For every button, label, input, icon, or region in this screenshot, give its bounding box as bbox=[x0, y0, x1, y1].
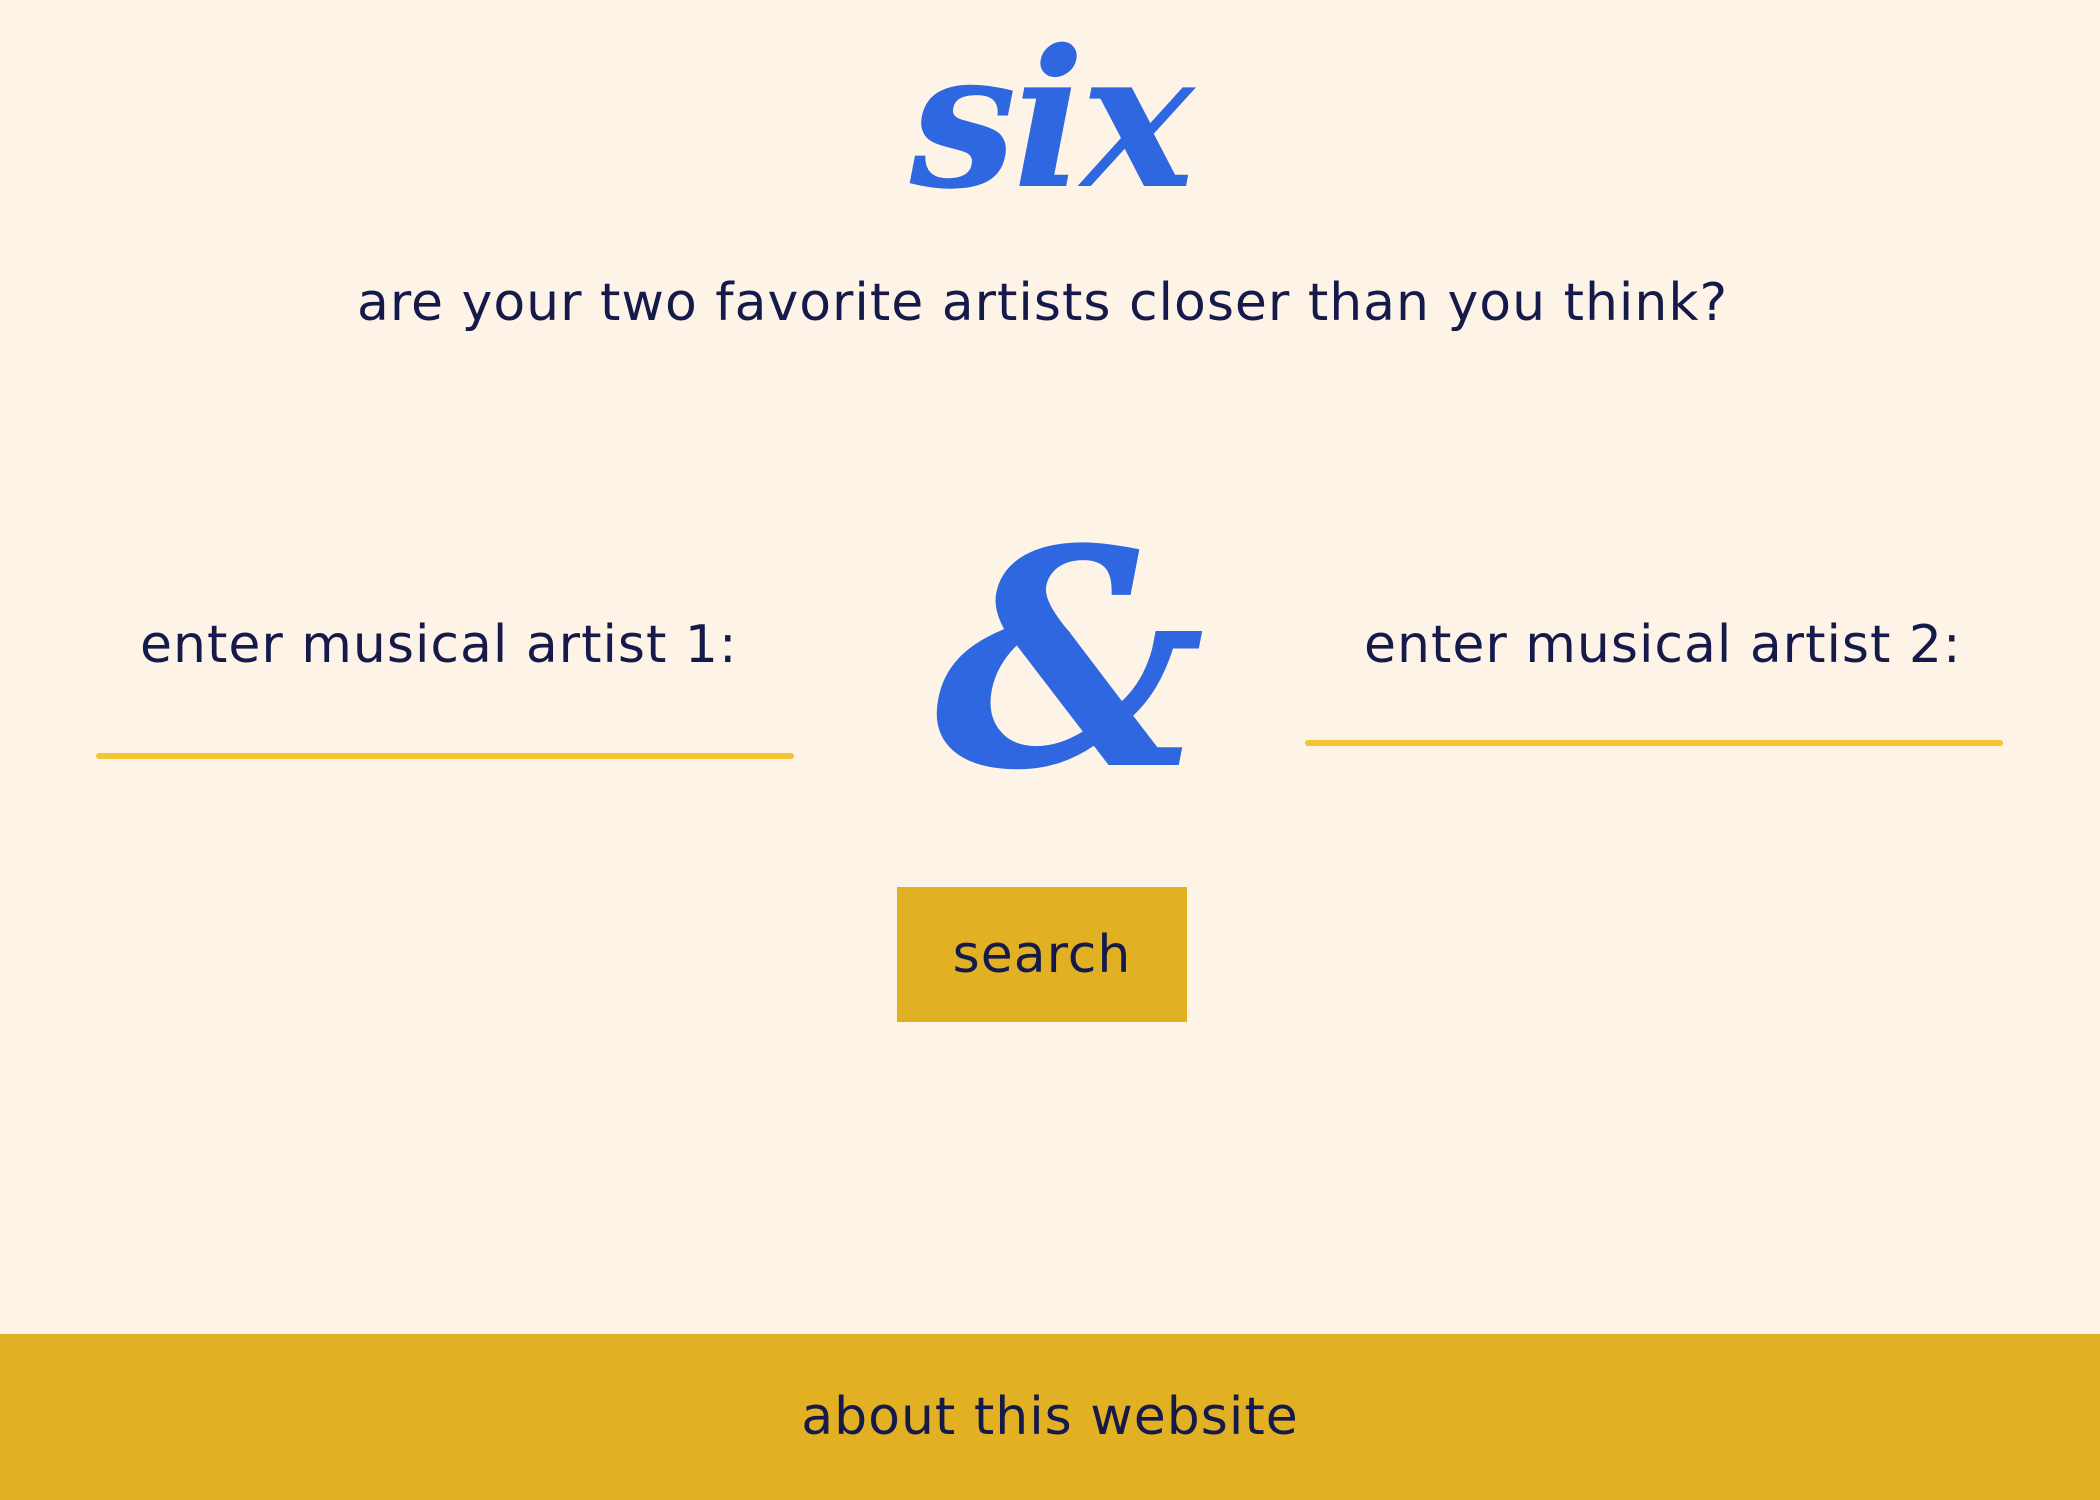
artist-1-label: enter musical artist 1: bbox=[140, 615, 738, 675]
tagline: are your two favorite artists closer tha… bbox=[356, 273, 1729, 333]
footer-bar: about this website bbox=[0, 1334, 2100, 1500]
artist-2-input[interactable] bbox=[1305, 677, 2003, 737]
artist-2-label: enter musical artist 2: bbox=[1364, 615, 1962, 675]
search-button[interactable]: search bbox=[897, 887, 1187, 1022]
artist-1-underline bbox=[96, 753, 794, 759]
artist-1-input[interactable] bbox=[96, 690, 794, 750]
site-logo: six bbox=[909, 8, 1194, 231]
about-website-link[interactable]: about this website bbox=[801, 1387, 1298, 1447]
artist-2-underline bbox=[1305, 740, 2003, 746]
ampersand-glyph: & bbox=[934, 483, 1206, 836]
